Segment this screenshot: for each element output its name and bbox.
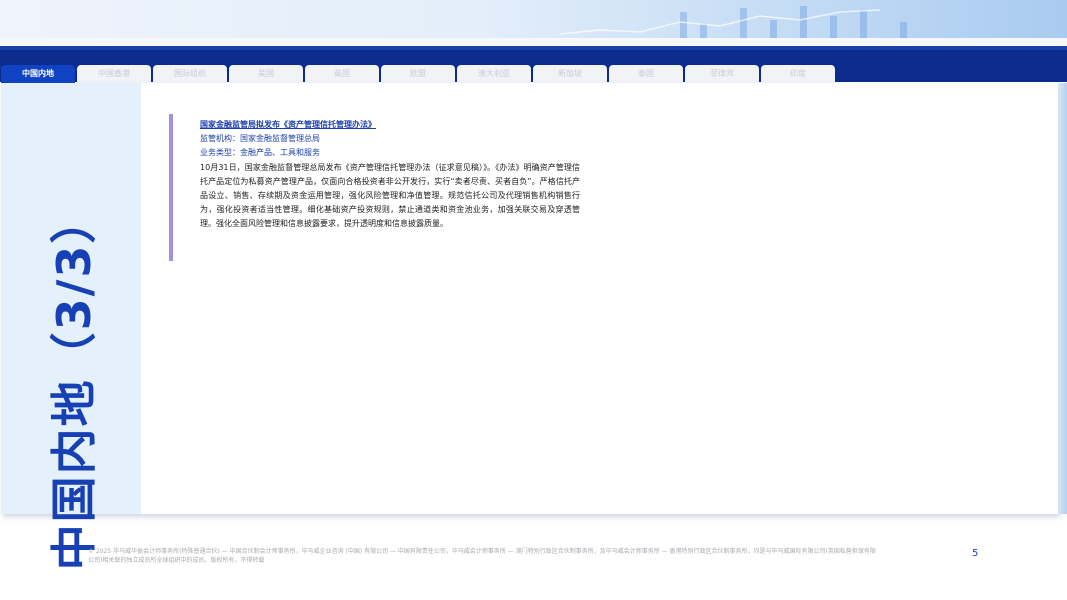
tab-international-organizations[interactable]: 国际组织: [153, 65, 227, 83]
tab-usa[interactable]: 美国: [229, 65, 303, 83]
tab-india[interactable]: 印度: [761, 65, 835, 83]
tab-thailand[interactable]: 泰国: [609, 65, 683, 83]
tab-uk[interactable]: 英国: [305, 65, 379, 83]
article-body: 10月31日，国家金融监督管理总局发布《资产管理信托管理办法（征求意见稿）》。《…: [200, 163, 580, 228]
tab-eu[interactable]: 欧盟: [381, 65, 455, 83]
article-title-link[interactable]: 国家金融监管局拟发布《资产管理信托管理办法》: [200, 118, 580, 132]
article-regulator: 监管机构：国家金融监督管理总局: [200, 134, 320, 143]
tab-hong-kong[interactable]: 中国香港: [77, 65, 151, 83]
region-tabs: 中国内地 中国香港 国际组织 美国 英国 欧盟 澳大利亚 新加坡 泰国 菲律宾 …: [1, 65, 835, 83]
tab-australia[interactable]: 澳大利亚: [457, 65, 531, 83]
tab-singapore[interactable]: 新加坡: [533, 65, 607, 83]
tab-china-mainland[interactable]: 中国内地: [1, 65, 75, 83]
article-accent-bar: [169, 114, 173, 261]
header-banner: [0, 0, 1067, 46]
article-business-type: 业务类型：金融产品、工具和服务: [200, 148, 320, 157]
section-title: 中国内地（3/3）: [47, 195, 101, 571]
news-article: 国家金融监管局拟发布《资产管理信托管理办法》 监管机构：国家金融监督管理总局 业…: [200, 118, 580, 231]
footer-copyright: © 2025 毕马威华振会计师事务所(特殊普通合伙) — 中国合伙制会计师事务所…: [88, 548, 876, 564]
side-panel: 中国内地（3/3）: [1, 83, 141, 570]
banner-trend-line-graphic: [560, 9, 880, 35]
tab-philippines[interactable]: 菲律宾: [685, 65, 759, 83]
card-right-edge: [1058, 83, 1067, 514]
page-number: 5: [972, 548, 979, 559]
banner-divider: [0, 38, 1067, 46]
